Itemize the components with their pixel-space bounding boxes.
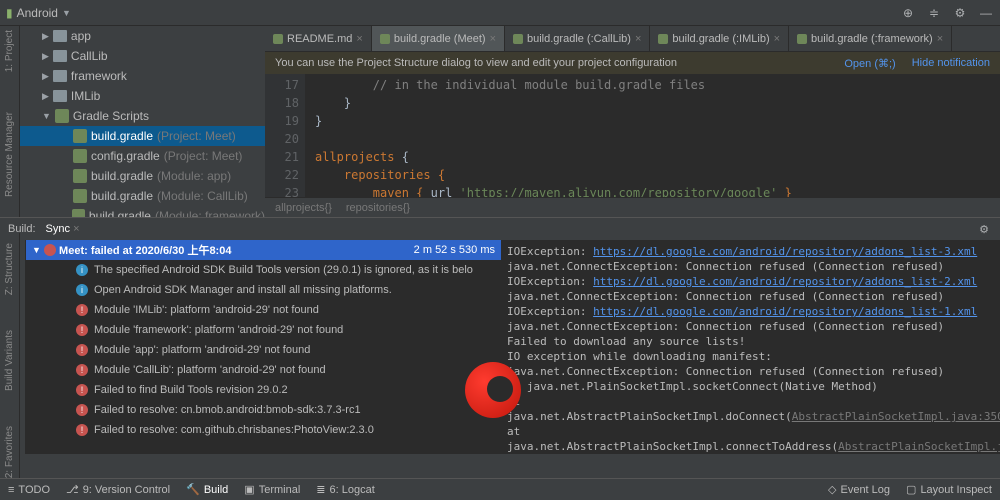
sync-message[interactable]: iThe specified Android SDK Build Tools v… (26, 260, 501, 280)
build-console[interactable]: IOException: https://dl.google.com/andro… (501, 240, 1000, 454)
close-icon[interactable]: × (774, 33, 780, 45)
status-build[interactable]: 🔨 Build (186, 483, 228, 496)
error-icon: ! (76, 404, 88, 416)
hide-icon[interactable]: — (978, 5, 994, 21)
error-icon: ! (76, 324, 88, 336)
error-icon: ! (76, 304, 88, 316)
tree-row[interactable]: ▼Gradle Scripts (20, 106, 265, 126)
build-panel: Build: Sync × ⚙ ↻ ⬚ ▼ Meet: failed at 20… (0, 217, 1000, 454)
status-todo[interactable]: ≡ TODO (8, 484, 50, 496)
tree-row[interactable]: config.gradle (Project: Meet) (20, 146, 265, 166)
tool-project[interactable]: 1: Project (4, 30, 15, 72)
close-icon[interactable]: × (356, 33, 362, 45)
tree-row[interactable]: ▶CallLib (20, 46, 265, 66)
gear-icon[interactable]: ⚙ (952, 5, 968, 21)
project-view-selector[interactable]: ▮ Android ▼ (6, 6, 71, 20)
error-icon: ! (76, 384, 88, 396)
project-tree: ▶app▶CallLib▶framework▶IMLib▼Gradle Scri… (20, 26, 265, 217)
left-tool-strip: 1: Project Resource Manager (0, 26, 20, 217)
left-tool-strip-lower: Z: Structure Build Variants 2: Favorites (0, 233, 20, 478)
banner-open[interactable]: Open (⌘;) (844, 57, 895, 70)
sync-message[interactable]: !Failed to resolve: com.github.chrisbane… (26, 420, 501, 440)
sync-header[interactable]: ▼ Meet: failed at 2020/6/30 上午8:04 2 m 5… (26, 240, 501, 260)
error-icon: ! (76, 424, 88, 436)
code-breadcrumb: allprojects{} repositories{} (265, 197, 1000, 217)
config-banner: You can use the Project Structure dialog… (265, 52, 1000, 74)
info-icon: i (76, 284, 88, 296)
gradle-icon (73, 169, 87, 183)
file-icon (273, 34, 283, 44)
editor-tab[interactable]: build.gradle (:IMLib)× (650, 26, 789, 51)
status-logcat[interactable]: ≣ 6: Logcat (316, 483, 374, 496)
sync-message[interactable]: !Module 'CallLib': platform 'android-29'… (26, 360, 501, 380)
editor-tab[interactable]: README.md× (265, 26, 372, 51)
close-icon[interactable]: × (490, 33, 496, 45)
sync-message[interactable]: !Module 'framework': platform 'android-2… (26, 320, 501, 340)
tree-row[interactable]: build.gradle (Project: Meet) (20, 126, 265, 146)
status-bar: ≡ TODO ⎇ 9: Version Control 🔨 Build ▣ Te… (0, 478, 1000, 500)
banner-text: You can use the Project Structure dialog… (275, 57, 677, 69)
status-terminal[interactable]: ▣ Terminal (244, 483, 300, 496)
gradle-icon (72, 209, 85, 217)
sync-tab[interactable]: Sync × (46, 223, 80, 235)
sync-message[interactable]: !Module 'IMLib': platform 'android-29' n… (26, 300, 501, 320)
code-editor[interactable]: 17181920212223242526 // in the individua… (265, 74, 1000, 197)
code-lines[interactable]: // in the individual module build.gradle… (305, 74, 1000, 197)
file-icon (513, 34, 523, 44)
error-icon: ! (76, 364, 88, 376)
line-gutter: 17181920212223242526 (265, 74, 305, 197)
panel-gear-icon[interactable]: ⚙ (976, 221, 992, 237)
sync-message[interactable]: !Failed to resolve: cn.bmob.android:bmob… (26, 400, 501, 420)
tree-row[interactable]: ▶app (20, 26, 265, 46)
status-vcs[interactable]: ⎇ 9: Version Control (66, 483, 170, 496)
gradle-icon (73, 149, 87, 163)
project-toolbar: ▮ Android ▼ ⊕ ≑ ⚙ — (0, 0, 1000, 26)
gradle-icon (73, 189, 87, 203)
crumb[interactable]: repositories{} (346, 202, 410, 214)
sync-message[interactable]: !Failed to find Build Tools revision 29.… (26, 380, 501, 400)
gradle-icon (55, 109, 69, 123)
target-icon[interactable]: ⊕ (900, 5, 916, 21)
tool-favorites[interactable]: 2: Favorites (4, 426, 15, 478)
tree-row[interactable]: ▶IMLib (20, 86, 265, 106)
file-icon (380, 34, 390, 44)
info-icon: i (76, 264, 88, 276)
file-icon (797, 34, 807, 44)
crumb[interactable]: allprojects{} (275, 202, 332, 214)
editor-tab[interactable]: build.gradle (:CallLib)× (505, 26, 650, 51)
editor-tab[interactable]: build.gradle (:framework)× (789, 26, 952, 51)
error-icon: ! (76, 344, 88, 356)
editor-tabs: README.md×build.gradle (Meet)×build.grad… (265, 26, 1000, 52)
folder-icon (53, 90, 67, 102)
banner-hide[interactable]: Hide notification (912, 57, 990, 70)
status-layout[interactable]: ▢ Layout Inspect (906, 483, 992, 496)
editor-tab[interactable]: build.gradle (Meet)× (372, 26, 505, 51)
folder-icon (53, 30, 67, 42)
folder-icon (53, 50, 67, 62)
close-icon[interactable]: × (635, 33, 641, 45)
tree-row[interactable]: build.gradle (Module: framework) (20, 206, 265, 217)
tree-row[interactable]: build.gradle (Module: app) (20, 166, 265, 186)
tool-build-variants[interactable]: Build Variants (4, 330, 15, 391)
watermark-logo (465, 362, 521, 418)
status-eventlog[interactable]: ◇ Event Log (828, 483, 890, 496)
gradle-icon (73, 129, 87, 143)
folder-icon (53, 70, 67, 82)
collapse-icon[interactable]: ≑ (926, 5, 942, 21)
tool-structure[interactable]: Z: Structure (4, 243, 15, 295)
tree-row[interactable]: build.gradle (Module: CallLib) (20, 186, 265, 206)
sync-message[interactable]: iOpen Android SDK Manager and install al… (26, 280, 501, 300)
sync-message[interactable]: !Module 'app': platform 'android-29' not… (26, 340, 501, 360)
file-icon (658, 34, 668, 44)
tree-row[interactable]: ▶framework (20, 66, 265, 86)
tool-resource-mgr[interactable]: Resource Manager (4, 112, 15, 197)
close-icon[interactable]: × (937, 33, 943, 45)
